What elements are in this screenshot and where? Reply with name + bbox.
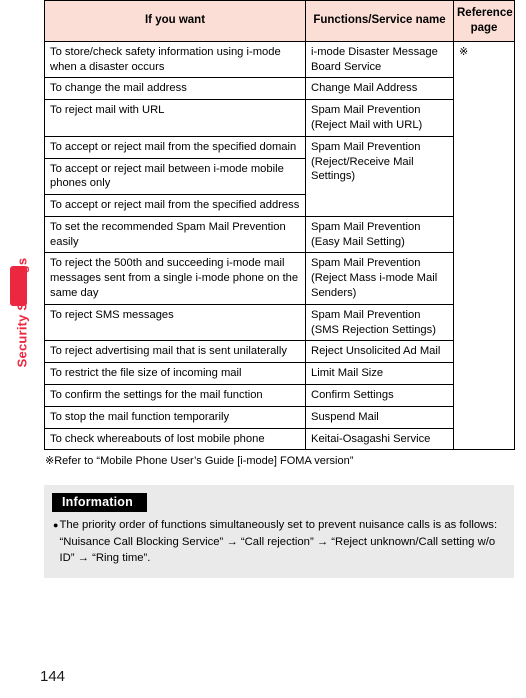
cell-function-name: Spam Mail Prevention (Reject Mass i-mode… xyxy=(305,252,454,305)
table-body: To store/check safety information using … xyxy=(44,40,515,451)
cell-if-you-want: To stop the mail function temporarily xyxy=(44,405,306,429)
column-header-reference-page: Reference page xyxy=(453,0,515,42)
table-row: To reject SMS messages Spam Mail Prevent… xyxy=(44,303,515,342)
information-title: Information xyxy=(52,493,147,513)
cell-if-you-want: To accept or reject mail from the specif… xyxy=(44,194,306,217)
cell-if-you-want: To accept or reject mail between i-mode … xyxy=(44,157,306,196)
cell-function-name: Reject Unsolicited Ad Mail xyxy=(305,340,454,364)
cell-if-you-want: To confirm the settings for the mail fun… xyxy=(44,383,306,407)
information-text: The priority order of functions simultan… xyxy=(59,519,498,564)
cell-if-you-want: To change the mail address xyxy=(44,77,306,101)
cell-if-you-want: To reject SMS messages xyxy=(44,303,306,342)
table-row: To reject mail with URL Spam Mail Preven… xyxy=(44,99,515,137)
cell-function-name: i-mode Disaster Message Board Service xyxy=(305,40,454,79)
table-row: To restrict the file size of incoming ma… xyxy=(44,362,515,385)
cell-function-name: Change Mail Address xyxy=(305,77,454,101)
information-box: Information ● The priority order of func… xyxy=(44,485,514,579)
table-footnote: ※Refer to “Mobile Phone User’s Guide [i-… xyxy=(45,455,354,468)
cell-function-name: Spam Mail Prevention (Easy Mail Setting) xyxy=(305,215,454,254)
page-content: If you want Functions/Service name Refer… xyxy=(44,0,526,579)
cell-function-name: Confirm Settings xyxy=(305,383,454,407)
cell-if-you-want: To reject advertising mail that is sent … xyxy=(44,340,306,364)
cell-if-you-want: To restrict the file size of incoming ma… xyxy=(44,362,306,385)
cell-if-you-want: To check whereabouts of lost mobile phon… xyxy=(44,427,306,451)
cell-if-you-want: To set the recommended Spam Mail Prevent… xyxy=(44,215,306,254)
table-row: To stop the mail function temporarily Su… xyxy=(44,405,515,429)
column-header-if-you-want: If you want xyxy=(44,0,306,42)
cell-function-name: Suspend Mail xyxy=(305,405,454,429)
table-row: To accept or reject mail from the specif… xyxy=(44,135,515,217)
table-row: To change the mail address Change Mail A… xyxy=(44,77,515,101)
table-header: If you want Functions/Service name Refer… xyxy=(44,0,515,42)
chapter-title: Security Settings xyxy=(14,257,30,368)
cell-function-name: Keitai-Osagashi Service xyxy=(305,427,454,451)
information-body: ● The priority order of functions simult… xyxy=(53,517,502,566)
table-row: To reject the 500th and succeeding i-mod… xyxy=(44,252,515,305)
cell-function-name: Spam Mail Prevention (Reject Mail with U… xyxy=(305,99,454,137)
chapter-sidebar: Security Settings xyxy=(0,0,44,698)
cell-if-you-want: To reject mail with URL xyxy=(44,99,306,137)
table-row: To confirm the settings for the mail fun… xyxy=(44,383,515,407)
cell-function-name: Spam Mail Prevention (SMS Rejection Sett… xyxy=(305,303,454,342)
table-row: To set the recommended Spam Mail Prevent… xyxy=(44,215,515,254)
cell-if-you-want: To accept or reject mail from the specif… xyxy=(44,135,306,159)
cell-reference-page: ※ xyxy=(453,40,515,451)
table-row: To store/check safety information using … xyxy=(44,40,515,451)
column-header-function-service-name: Functions/Service name xyxy=(305,0,454,42)
cell-function-name: Limit Mail Size xyxy=(305,362,454,385)
cell-if-you-want: To reject the 500th and succeeding i-mod… xyxy=(44,252,306,305)
table-header-row: If you want Functions/Service name Refer… xyxy=(44,0,515,42)
cell-if-you-want: To store/check safety information using … xyxy=(44,40,306,79)
page-number: 144 xyxy=(40,668,66,685)
table-row: To reject advertising mail that is sent … xyxy=(44,340,515,364)
table-row: To check whereabouts of lost mobile phon… xyxy=(44,427,515,451)
services-table: If you want Functions/Service name Refer… xyxy=(44,0,515,451)
cell-function-name: Spam Mail Prevention (Reject/Receive Mai… xyxy=(305,135,454,217)
